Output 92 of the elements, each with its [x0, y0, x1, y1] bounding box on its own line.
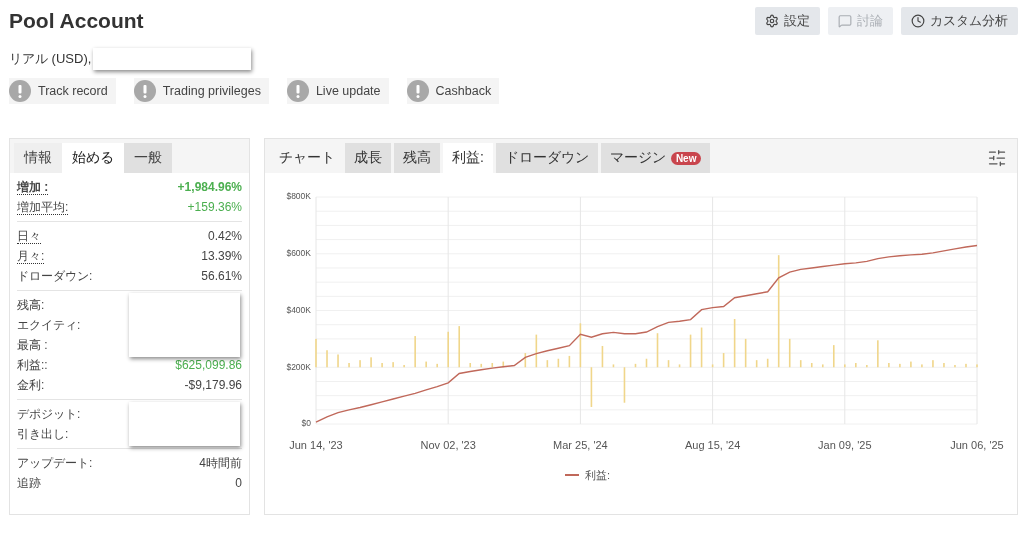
chart-bar — [678, 364, 681, 368]
settings-icon — [765, 14, 779, 28]
stat-value: $625,099.86 — [175, 358, 242, 372]
chart-tab[interactable]: 残高 — [394, 143, 440, 173]
stat-label: 利益:: — [17, 358, 48, 372]
chart-bar — [601, 345, 604, 368]
stat-label: 最高 : — [17, 338, 48, 352]
stat-value: +1,984.96% — [177, 180, 242, 194]
chart-bar — [744, 338, 747, 368]
account-type: リアル (USD), — [9, 50, 92, 68]
page-title: Pool Account — [9, 9, 144, 33]
chart-bar — [623, 367, 626, 403]
chart-bar — [491, 363, 494, 368]
legend-label: 利益: — [585, 469, 611, 481]
chart-bar — [568, 355, 571, 368]
axis-label: $600K — [286, 248, 311, 258]
panel-tab[interactable]: 情報 — [14, 143, 62, 173]
chart-title: チャート — [278, 148, 336, 167]
analysis-button[interactable]: カスタム分析 — [901, 7, 1018, 35]
stat-value: 56.61% — [201, 269, 242, 283]
exclamation-icon — [9, 80, 31, 102]
stat-value: 13.39% — [201, 249, 242, 263]
chart-bar — [612, 364, 615, 368]
status-badge[interactable]: Cashback — [406, 78, 500, 104]
chart-bar — [469, 363, 472, 368]
chart-bar — [524, 353, 527, 368]
stat-value: 0.42% — [207, 229, 242, 243]
chart-bar — [733, 319, 736, 368]
chart-bar — [788, 338, 791, 368]
chart-bar — [810, 363, 813, 368]
axis-label: Jan 09, '25 — [818, 439, 872, 451]
stat-label: 金利: — [17, 378, 45, 392]
status-badge[interactable]: Track record — [9, 78, 116, 104]
axis-label: $200K — [286, 361, 311, 372]
chart-bar — [689, 334, 692, 368]
settings-button[interactable]: 設定 — [755, 7, 820, 35]
chart-bar — [645, 358, 648, 368]
speech-bubble-icon — [838, 14, 852, 28]
chart-tab[interactable]: マージン New — [600, 143, 711, 173]
chart-bar — [821, 364, 824, 368]
chart-bar — [480, 363, 483, 368]
axis-label: Jun 06, '25 — [950, 439, 1004, 451]
stat-label: アップデート: — [17, 456, 93, 470]
axis-label: $800K — [286, 191, 311, 202]
chart-bar — [535, 334, 538, 368]
stat-label: 増加 : — [17, 179, 49, 195]
panel-tab[interactable]: 一般 — [124, 143, 172, 173]
axis-label: Mar 25, '24 — [553, 439, 608, 451]
chart-bar — [667, 360, 670, 368]
exclamation-icon — [133, 80, 156, 102]
axis-label: $0 — [301, 418, 311, 429]
clock-icon — [911, 14, 925, 28]
axis-label: Aug 15, '24 — [684, 439, 741, 451]
chart-bar — [546, 360, 549, 368]
chart-bar — [766, 358, 769, 368]
exclamation-icon — [406, 80, 429, 102]
status-badge[interactable]: Trading privileges — [133, 78, 269, 104]
chart-bar — [502, 361, 505, 368]
stat-value: 4時間前 — [199, 454, 242, 472]
status-badge[interactable]: Live update — [286, 78, 389, 104]
stat-value: +159.36% — [187, 200, 242, 214]
chart-bar — [700, 327, 703, 368]
exclamation-icon — [286, 80, 309, 102]
axis-label: $400K — [286, 304, 311, 315]
chart-bar — [579, 323, 582, 368]
stat-label: デポジット: — [17, 407, 81, 421]
filter-button[interactable] — [987, 148, 1007, 168]
chart-tab[interactable]: 成長 — [345, 143, 391, 173]
stat-label: 引き出し: — [17, 427, 69, 441]
chart-bar — [557, 358, 560, 368]
chart-bar — [656, 333, 659, 368]
chart-bar — [634, 363, 637, 368]
stat-label: 月々: — [17, 248, 45, 264]
chart-bar — [755, 360, 758, 368]
axis-label: Nov 02, '23 — [420, 439, 476, 451]
chart-bar — [711, 364, 714, 368]
new-badge: New — [670, 151, 702, 165]
stat-label: 増加平均: — [17, 199, 69, 215]
panel-tab[interactable]: 始める — [62, 143, 124, 173]
chart-bar — [799, 360, 802, 368]
stat-value: 0 — [235, 476, 242, 490]
chart-tab[interactable]: ドローダウン — [495, 143, 598, 173]
chart-bar — [722, 353, 725, 368]
stat-value: -$9,179.96 — [184, 378, 242, 392]
stat-label: エクイティ: — [17, 318, 81, 332]
stat-label: ドローダウン: — [17, 269, 93, 283]
stat-label: 日々 — [17, 228, 41, 244]
stat-label: 追跡 — [17, 476, 41, 490]
stat-label: 残高: — [17, 298, 45, 312]
chart-tab[interactable]: 利益: — [443, 143, 493, 173]
axis-label: Jun 14, '23 — [289, 439, 343, 451]
chart-bar — [590, 367, 593, 407]
